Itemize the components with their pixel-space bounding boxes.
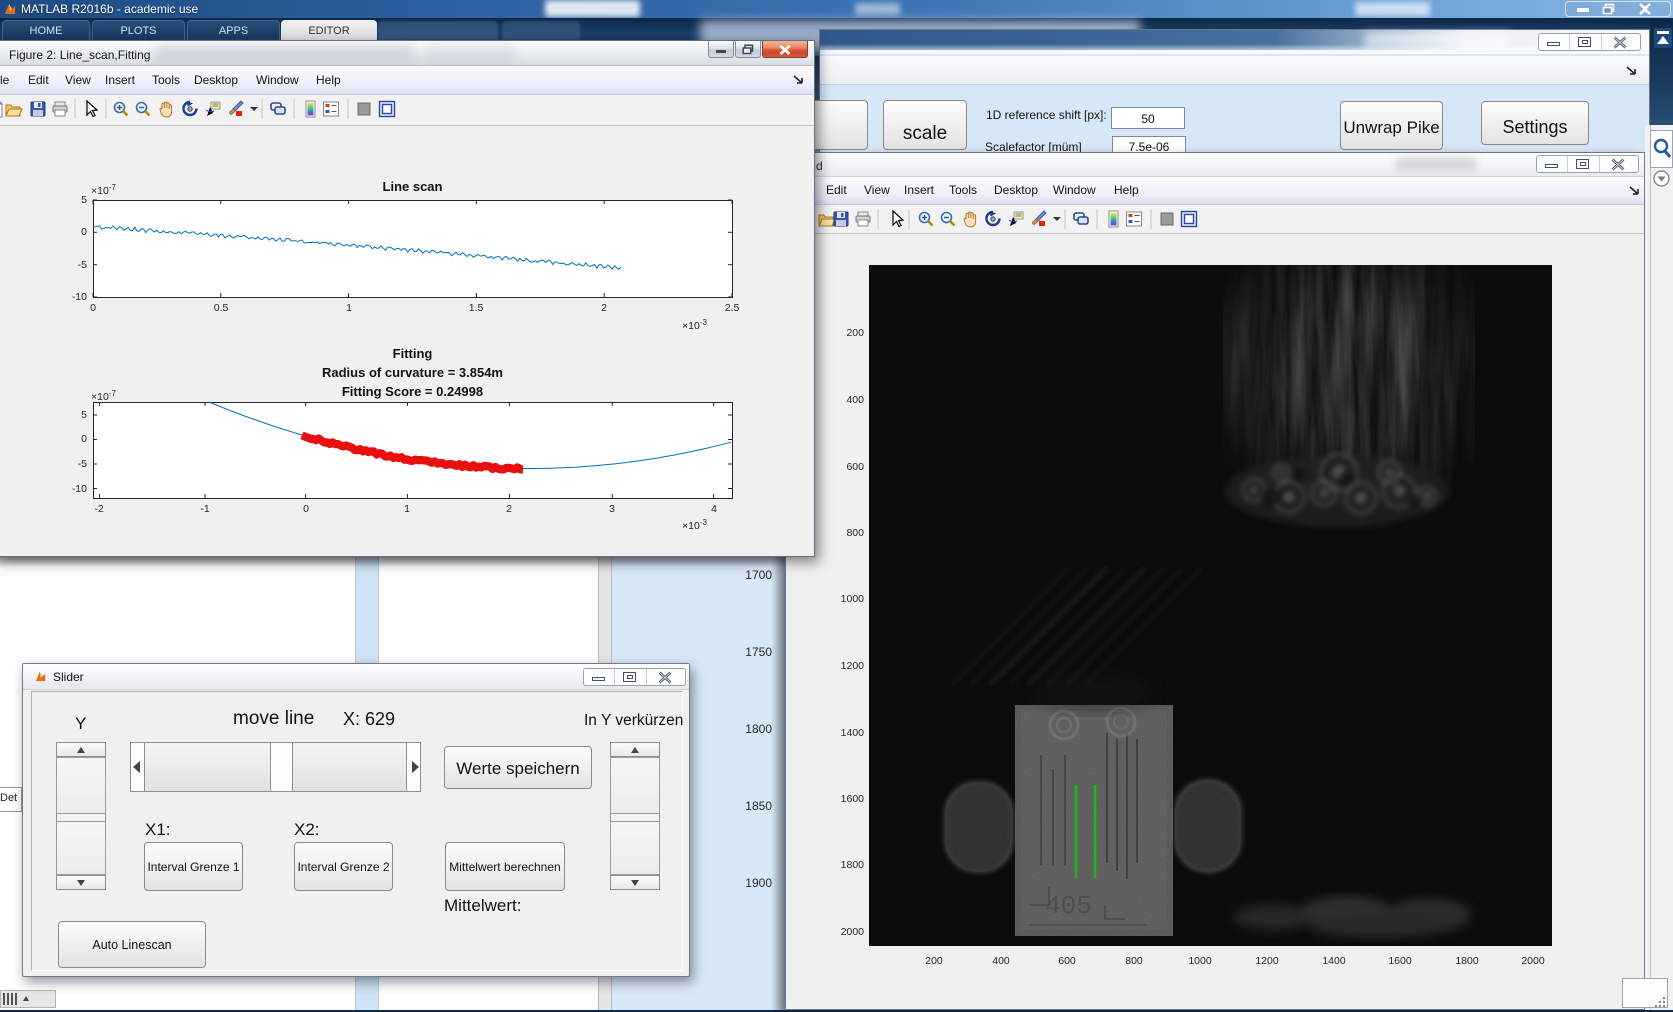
svg-text:405: 405 — [1045, 891, 1092, 921]
